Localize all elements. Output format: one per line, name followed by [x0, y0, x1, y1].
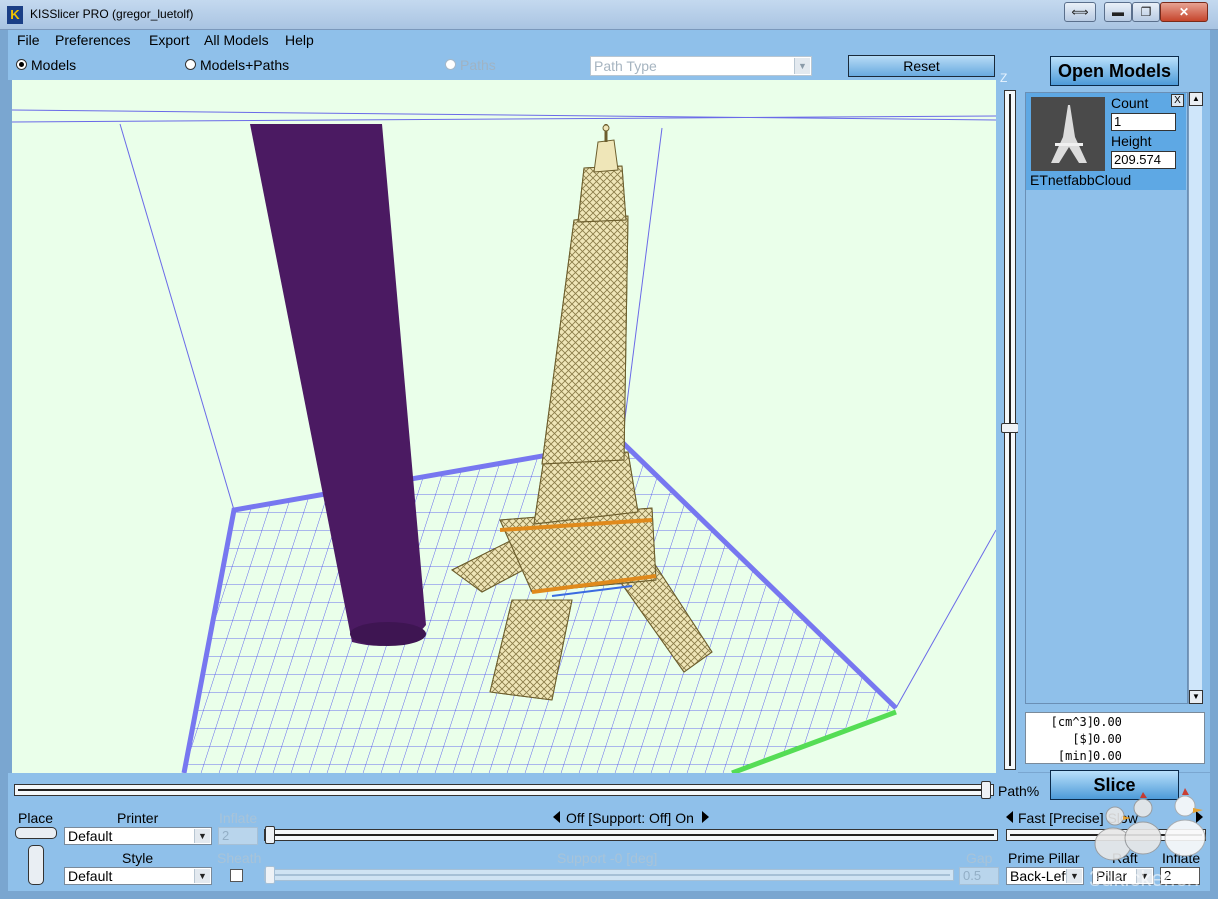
stat-time-unit: [min]: [1057, 749, 1094, 763]
app-logo-icon: K: [7, 6, 23, 24]
models-radio-label[interactable]: Models: [31, 57, 76, 73]
chevron-down-icon: ▼: [1066, 869, 1082, 883]
inflate-label: Inflate: [219, 810, 258, 826]
path-percent-slider[interactable]: [14, 784, 994, 796]
stat-volume-unit: [cm^3]: [1050, 715, 1094, 729]
3d-viewport[interactable]: [12, 80, 996, 773]
models-paths-radio-label[interactable]: Models+Paths: [200, 57, 289, 73]
height-input[interactable]: 209.574: [1111, 151, 1176, 169]
printer-label: Printer: [117, 810, 159, 826]
place-vertical-button[interactable]: [28, 845, 44, 885]
sheath-label: Sheath: [217, 850, 262, 866]
scroll-down-icon[interactable]: ▼: [1189, 690, 1203, 704]
path-type-value: Path Type: [594, 58, 657, 74]
menu-bar: File Preferences Export All Models Help: [8, 30, 1210, 52]
scene-canvas: [12, 109, 996, 773]
place-horizontal-button[interactable]: [15, 827, 57, 839]
stat-time: [min] 0.00: [1026, 749, 1206, 766]
height-label: Height: [1111, 133, 1152, 149]
stat-cost-value: 0.00: [1093, 732, 1122, 746]
prime-pillar-label: Prime Pillar: [1008, 850, 1080, 866]
inflate-field: 2: [218, 827, 258, 845]
resize-window-button[interactable]: ⟺: [1064, 2, 1096, 22]
stat-volume: [cm^3] 0.00: [1026, 715, 1206, 732]
model-name: ETnetfabbCloud: [1030, 172, 1132, 188]
path-slider-line: [18, 789, 990, 791]
paths-radio: [445, 59, 456, 70]
z-slider-thumb[interactable]: [1001, 423, 1019, 433]
printer-value: Default: [68, 828, 113, 844]
stat-cost: [$] 0.00: [1026, 732, 1206, 749]
remove-model-button[interactable]: X: [1171, 94, 1184, 107]
menu-preferences[interactable]: Preferences: [55, 32, 130, 48]
title-bar: K KISSlicer PRO (gregor_luetolf) ⟺ ▬ ❐ ✕: [0, 0, 1218, 30]
prime-pillar-select[interactable]: Back-Left ▼: [1006, 867, 1084, 885]
support-slider-thumb[interactable]: [265, 826, 275, 844]
z-axis-label: Z: [1000, 71, 1008, 85]
menu-help[interactable]: Help: [285, 32, 314, 48]
minimize-button[interactable]: ▬: [1104, 2, 1132, 22]
place-label: Place: [18, 810, 54, 826]
close-button[interactable]: ✕: [1160, 2, 1208, 22]
models-paths-radio[interactable]: [185, 59, 196, 70]
support-angle-line: [268, 874, 950, 876]
support-slider-line: [268, 834, 994, 836]
path-percent-label: Path%: [998, 783, 1040, 799]
model-thumbnail[interactable]: [1031, 97, 1105, 171]
open-models-button[interactable]: Open Models: [1050, 56, 1179, 86]
support-left-arrow-icon[interactable]: [553, 811, 560, 823]
printer-select[interactable]: Default ▼: [64, 827, 212, 845]
watermark-text: 3dkicker.ch: [1089, 866, 1199, 891]
stat-cost-unit: [$]: [1072, 732, 1094, 746]
prime-pillar-value: Back-Left: [1010, 868, 1070, 884]
maximize-button[interactable]: ❐: [1132, 2, 1160, 22]
menu-all-models[interactable]: All Models: [204, 32, 269, 48]
window-title: KISSlicer PRO (gregor_luetolf): [30, 7, 194, 21]
watermark-chickens-logo: 3dkicker.ch: [1089, 788, 1206, 891]
paths-radio-label: Paths: [460, 57, 496, 73]
count-label: Count: [1111, 95, 1149, 111]
scroll-up-icon[interactable]: ▲: [1189, 92, 1203, 106]
chevron-down-icon: ▼: [794, 58, 810, 74]
menu-export[interactable]: Export: [149, 32, 189, 48]
style-label: Style: [122, 850, 154, 866]
support-angle-thumb: [265, 866, 275, 884]
stat-volume-value: 0.00: [1093, 715, 1122, 729]
models-radio[interactable]: [16, 59, 27, 70]
style-select[interactable]: Default ▼: [64, 867, 212, 885]
support-toggle-label: Off [Support: Off] On: [566, 810, 694, 826]
support-angle-slider: [264, 869, 954, 881]
stat-time-value: 0.00: [1093, 749, 1122, 763]
print-stats: [cm^3] 0.00 [$] 0.00 [min] 0.00: [1025, 712, 1205, 764]
support-right-arrow-icon[interactable]: [702, 811, 709, 823]
chevron-down-icon: ▼: [194, 869, 210, 883]
support-angle-label: Support -0 [deg]: [557, 850, 658, 866]
gap-field: 0.5: [959, 867, 999, 885]
chevron-down-icon: ▼: [194, 829, 210, 843]
model-list-scrollbar[interactable]: ▲ ▼: [1188, 92, 1203, 704]
reset-view-button[interactable]: Reset: [848, 55, 995, 77]
support-slider[interactable]: [264, 829, 998, 841]
gap-label: Gap: [966, 850, 993, 866]
path-type-select: Path Type ▼: [590, 56, 812, 76]
speed-left-arrow-icon[interactable]: [1006, 811, 1013, 823]
count-input[interactable]: 1: [1111, 113, 1176, 131]
tower-thumbnail-icon: [1051, 105, 1087, 163]
path-slider-thumb[interactable]: [981, 781, 991, 799]
menu-file[interactable]: File: [17, 32, 40, 48]
sheath-checkbox[interactable]: [230, 869, 243, 882]
style-value: Default: [68, 868, 113, 884]
